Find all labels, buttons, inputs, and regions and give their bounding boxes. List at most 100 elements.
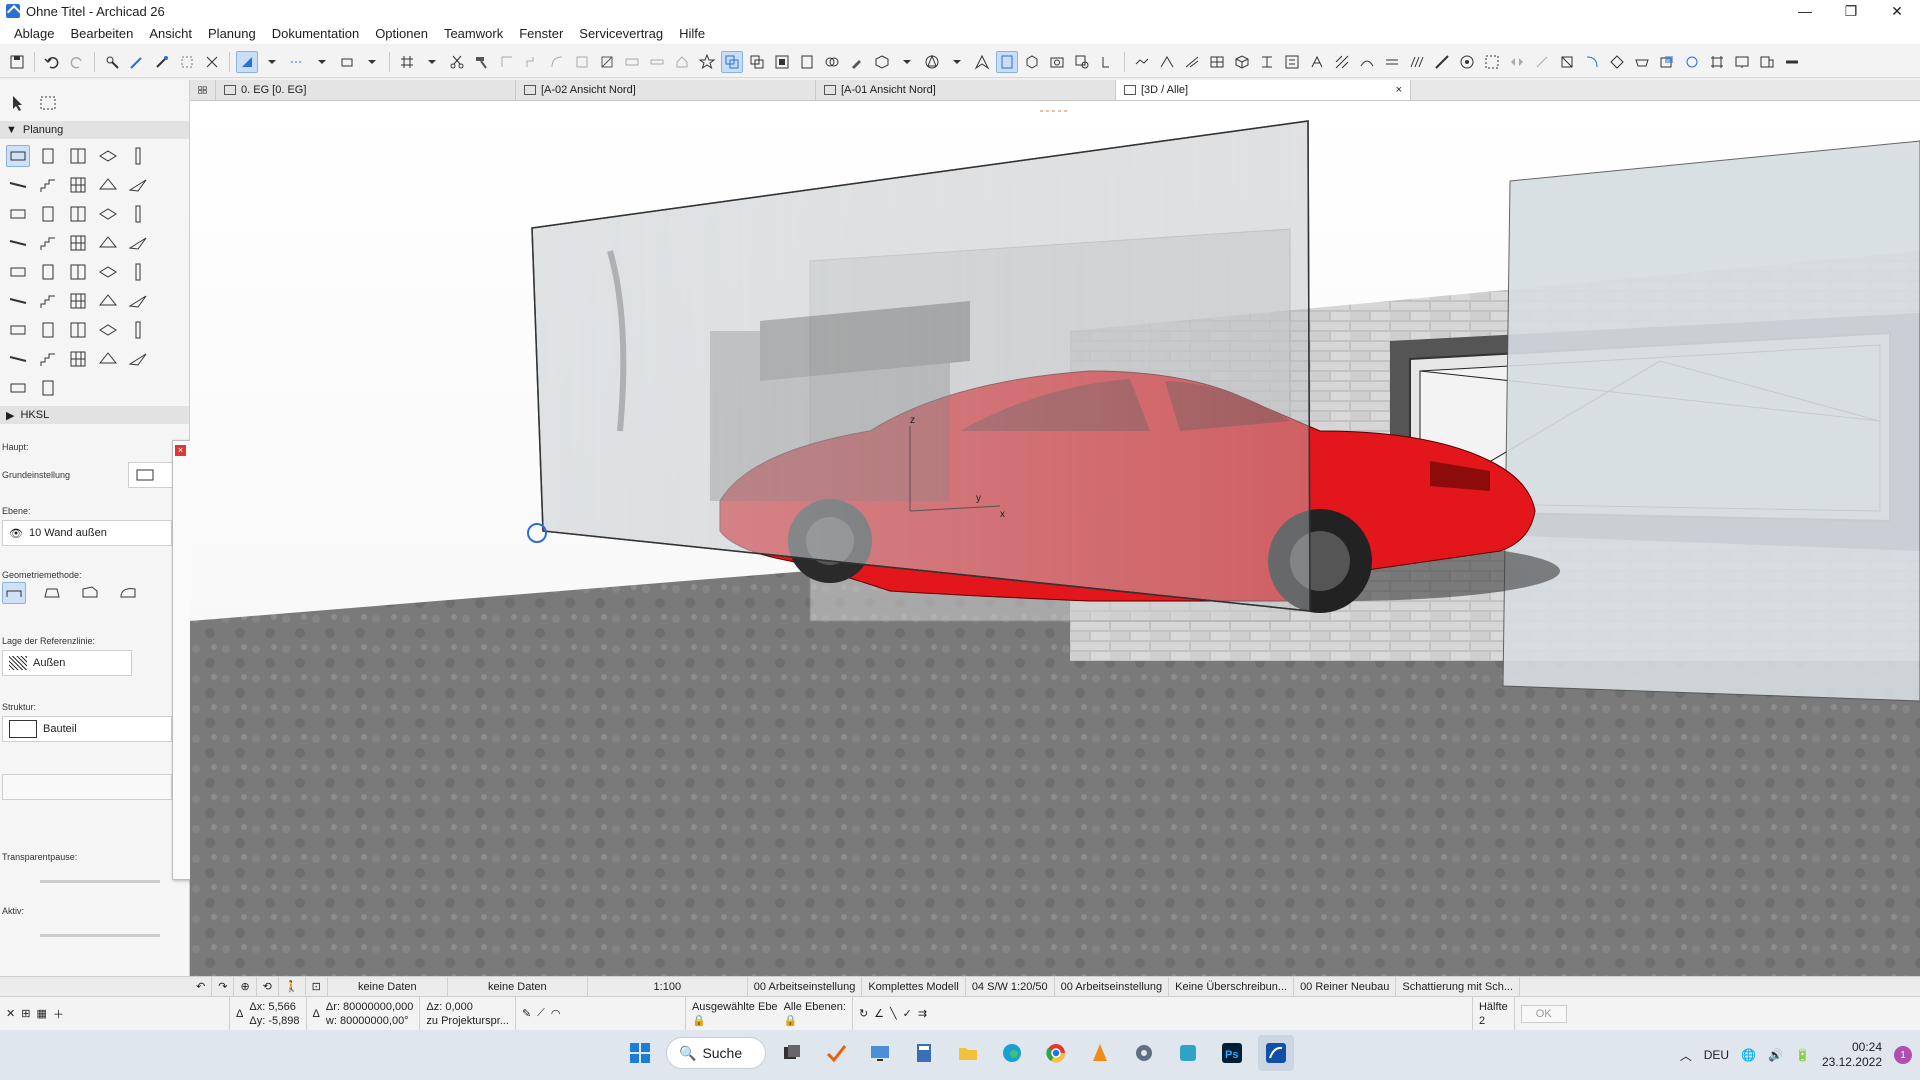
- edit-tool-icon[interactable]: [496, 51, 518, 73]
- volume-icon[interactable]: 🔊: [1768, 1048, 1783, 1062]
- scissors-icon[interactable]: [446, 51, 468, 73]
- dropdown-arrow-icon[interactable]: [946, 51, 968, 73]
- mvo-selector[interactable]: 00 Arbeitseinstellung: [1055, 976, 1170, 997]
- arrow-tool-icon[interactable]: [236, 50, 258, 73]
- geometry-trapezoid-icon[interactable]: [40, 582, 64, 604]
- object-tool-icon[interactable]: [96, 203, 120, 225]
- half-label[interactable]: Hälfte: [1479, 1000, 1508, 1014]
- element-tool-icon[interactable]: [1631, 51, 1653, 73]
- layer-set-selector[interactable]: 00 Arbeitseinstellung: [748, 976, 863, 997]
- wall-tool-icon[interactable]: [6, 145, 30, 167]
- walk-icon[interactable]: 🚶: [279, 976, 306, 997]
- file-explorer-icon[interactable]: [950, 1035, 986, 1071]
- settings-gear-icon[interactable]: [1126, 1035, 1162, 1071]
- arc-icon[interactable]: ◠: [551, 1007, 561, 1020]
- beam-tool-icon[interactable]: [6, 174, 30, 196]
- arrow-select-icon[interactable]: [6, 92, 30, 114]
- element-tool-icon[interactable]: [1356, 51, 1378, 73]
- status-data-1[interactable]: keine Daten: [328, 976, 448, 997]
- geometry-curved-icon[interactable]: [116, 582, 140, 604]
- grid-tool-icon[interactable]: [66, 290, 90, 312]
- morph-tool-icon[interactable]: [66, 203, 90, 225]
- edit-tool-icon[interactable]: [646, 51, 668, 73]
- tab-elevation-a01[interactable]: [A-01 Ansicht Nord]: [816, 80, 1116, 100]
- orbit-icon[interactable]: ⟲: [257, 976, 279, 997]
- archicad-taskbar-icon[interactable]: [1258, 1035, 1294, 1071]
- save-icon[interactable]: [6, 51, 28, 73]
- element-tool-icon[interactable]: [1231, 51, 1253, 73]
- project-origin-selector[interactable]: zu Projekturspr...: [426, 1014, 509, 1028]
- 3d-viewport[interactable]: z y x: [190, 101, 1920, 976]
- section-planung[interactable]: ▼ Planung: [0, 121, 189, 139]
- redo-view-icon[interactable]: ↷: [212, 976, 235, 997]
- element-tool-icon[interactable]: [1206, 51, 1228, 73]
- menu-planung[interactable]: Planung: [200, 26, 264, 41]
- maximize-button[interactable]: ❐: [1828, 0, 1874, 22]
- photoshop-icon[interactable]: Ps: [1214, 1035, 1250, 1071]
- element-tool-icon[interactable]: [1331, 51, 1353, 73]
- rotate-icon[interactable]: ↻: [859, 1007, 868, 1020]
- grid-icon[interactable]: [396, 51, 418, 73]
- element-tool-icon[interactable]: [1431, 51, 1453, 73]
- windows-start-icon[interactable]: [622, 1035, 658, 1071]
- zone-tool-icon[interactable]: [6, 348, 30, 370]
- section-icon[interactable]: [1096, 51, 1118, 73]
- mesh2-tool-icon[interactable]: [126, 348, 150, 370]
- monitor-app-icon[interactable]: [862, 1035, 898, 1071]
- 3d-window-icon[interactable]: [996, 50, 1018, 73]
- building-grid-icon[interactable]: [6, 377, 30, 399]
- pick-up-icon[interactable]: [101, 51, 123, 73]
- language-indicator[interactable]: DEU: [1704, 1048, 1729, 1062]
- menu-optionen[interactable]: Optionen: [367, 26, 436, 41]
- slab-tool-icon[interactable]: [96, 145, 120, 167]
- figure-tool-icon[interactable]: [126, 290, 150, 312]
- vlc-icon[interactable]: [1082, 1035, 1118, 1071]
- reference-line-selector[interactable]: Außen: [2, 650, 132, 676]
- cube-icon[interactable]: [871, 51, 893, 73]
- radial-tool-icon[interactable]: [66, 232, 90, 254]
- spline-tool-icon[interactable]: [6, 290, 30, 312]
- railing-tool-icon[interactable]: [36, 203, 60, 225]
- layer-selector[interactable]: 👁 10 Wand außen: [2, 520, 172, 546]
- label-tool-icon[interactable]: [126, 232, 150, 254]
- network-globe-icon[interactable]: 🌐: [1741, 1048, 1756, 1062]
- element-tool-icon[interactable]: [1556, 51, 1578, 73]
- model-selector[interactable]: Komplettes Modell: [862, 976, 966, 997]
- layer-icon[interactable]: [721, 50, 743, 73]
- dropdown-arrow-icon[interactable]: [361, 51, 383, 73]
- element-tool-icon[interactable]: [1781, 51, 1803, 73]
- edit-tool-icon[interactable]: [571, 51, 593, 73]
- element-tool-icon[interactable]: [1756, 51, 1778, 73]
- worksheet-tool-icon[interactable]: [66, 319, 90, 341]
- brush-icon[interactable]: [846, 51, 868, 73]
- fit-icon[interactable]: ⊡: [306, 976, 328, 997]
- settings-button[interactable]: [128, 462, 174, 488]
- magic-wand-icon[interactable]: [151, 51, 173, 73]
- app-icon[interactable]: [1170, 1035, 1206, 1071]
- snap-icon[interactable]: [336, 51, 358, 73]
- undo-icon[interactable]: [41, 51, 63, 73]
- elevation-tool-icon[interactable]: [96, 290, 120, 312]
- text-tool-icon[interactable]: [6, 261, 30, 283]
- menu-bearbeiten[interactable]: Bearbeiten: [62, 26, 141, 41]
- angle-icon[interactable]: ∠: [874, 1007, 884, 1020]
- element-tool-icon[interactable]: [1731, 51, 1753, 73]
- publish-icon[interactable]: [796, 51, 818, 73]
- notification-badge[interactable]: 1: [1894, 1046, 1912, 1064]
- status-data-2[interactable]: keine Daten: [448, 976, 588, 997]
- undo-view-icon[interactable]: ↶: [190, 976, 213, 997]
- geometry-polygon-icon[interactable]: [78, 582, 102, 604]
- tab-overview-icon[interactable]: [190, 80, 216, 100]
- selected-layers[interactable]: Ausgewählte Ebe: [692, 1000, 778, 1014]
- change-tool-icon[interactable]: [126, 319, 150, 341]
- circle-tool-icon[interactable]: [96, 261, 120, 283]
- element-tool-icon[interactable]: [1581, 51, 1603, 73]
- line-tool-icon[interactable]: [66, 261, 90, 283]
- hotspot-tool-icon[interactable]: [36, 290, 60, 312]
- section-tool-icon[interactable]: [6, 319, 30, 341]
- zoom-in-icon[interactable]: ⊕: [234, 976, 257, 997]
- roof-tool-icon[interactable]: [96, 174, 120, 196]
- element-tool-icon[interactable]: [1381, 51, 1403, 73]
- view-icon[interactable]: [771, 51, 793, 73]
- camera-icon[interactable]: [1046, 51, 1068, 73]
